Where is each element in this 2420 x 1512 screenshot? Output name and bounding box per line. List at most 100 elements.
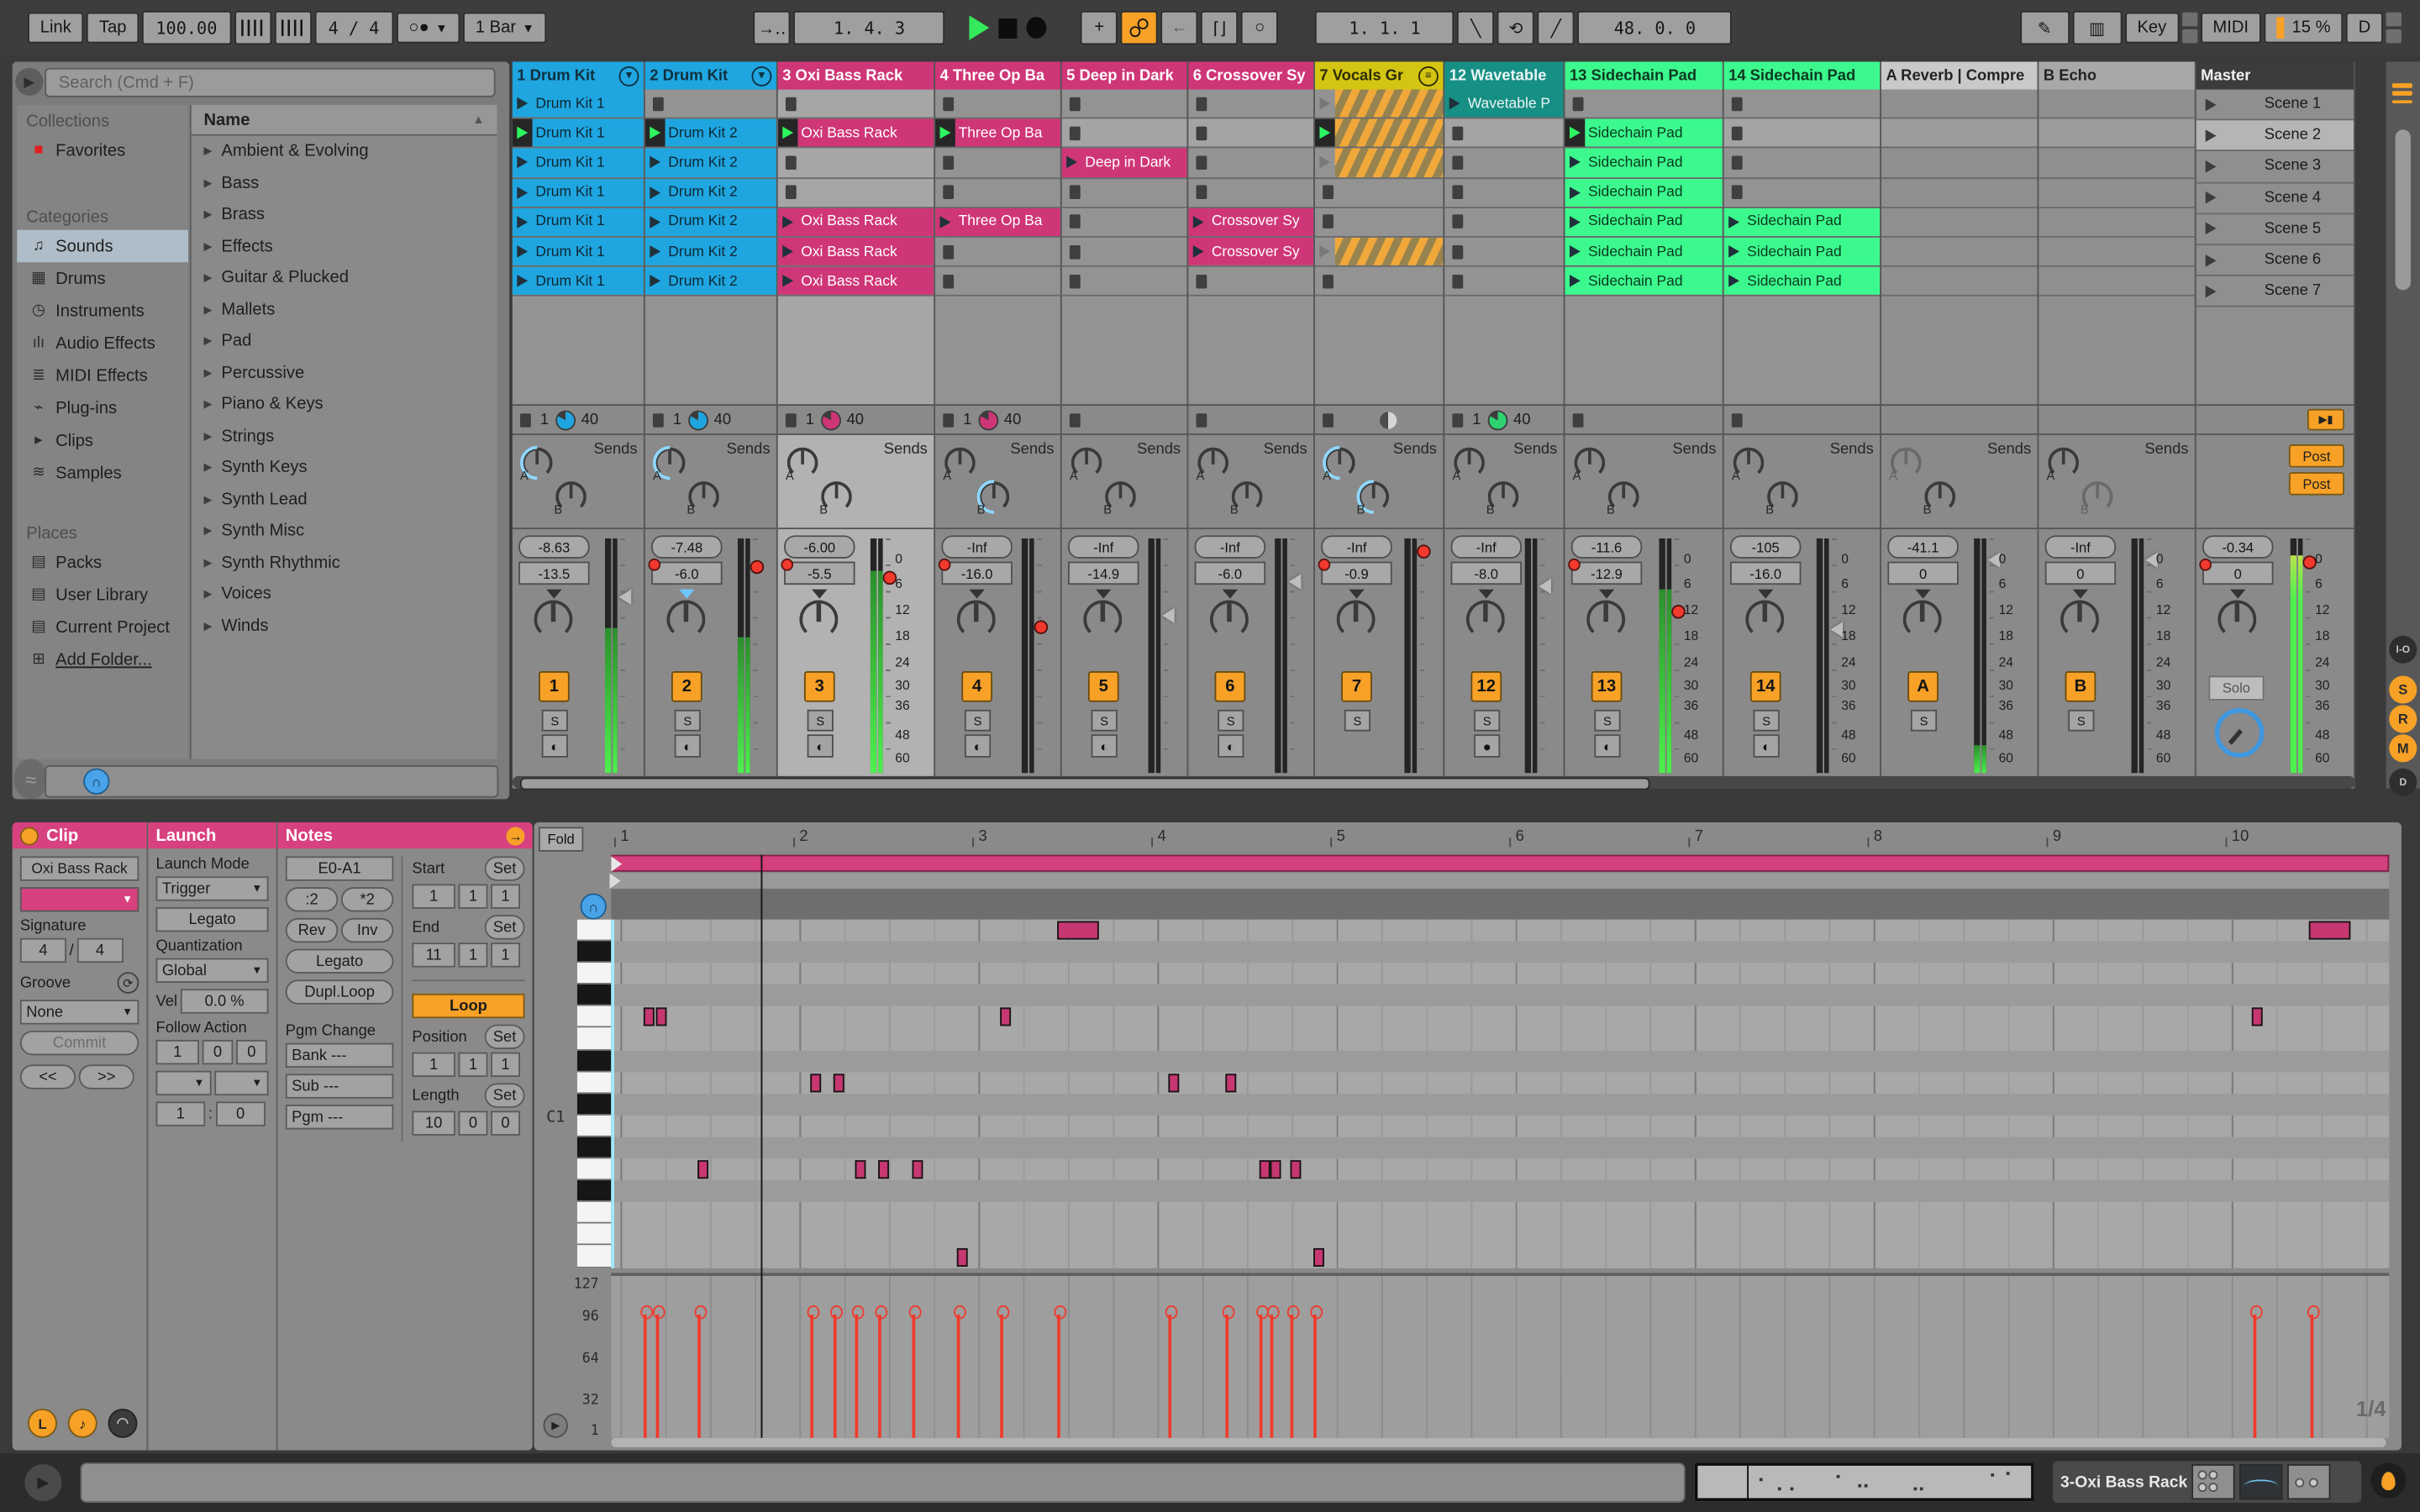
end-bar-field[interactable]: 11 [412,942,455,968]
legato-toggle[interactable]: Legato [155,906,269,932]
clip-slot[interactable] [1565,89,1723,119]
clip[interactable]: Sidechain Pad [1723,237,1881,267]
sidebar-item-plug-ins[interactable]: ⌁ Plug-ins [17,392,188,425]
piano-roll-hscroll[interactable] [611,1437,2386,1447]
end-set-button[interactable]: Set [484,915,525,940]
scene-play-icon[interactable] [2205,97,2217,111]
track-header[interactable]: 6 Crossover Sy [1188,61,1314,90]
clip-slot[interactable] [935,149,1060,179]
fader-handle[interactable] [1162,608,1175,624]
clip-slot[interactable] [1444,266,1564,297]
browser-tree-item[interactable]: ▶ Synth Lead [192,484,497,516]
clip-stop-icon[interactable] [943,274,955,288]
midi-note[interactable] [1168,1073,1180,1092]
clip-slot[interactable] [1444,237,1564,267]
clip[interactable]: Deep in Dark [1061,149,1187,179]
arm-button[interactable]: ● [1474,734,1501,758]
automation-arm-button[interactable] [1120,10,1159,45]
bank-select[interactable]: Bank --- [285,1042,394,1068]
arm-button[interactable]: ◐ [807,734,834,758]
clip[interactable]: Oxi Bass Rack [777,118,934,150]
arm-button[interactable]: ◐ [1091,734,1118,758]
clip-stop-icon[interactable] [1196,185,1207,200]
clip-slot[interactable] [1723,149,1881,179]
expand-triangle-icon[interactable]: ▶ [203,525,212,538]
clip-tab-notes-icon[interactable]: ♪ [67,1408,97,1438]
velocity-head-icon[interactable] [1053,1305,1066,1320]
circle-down-icon[interactable]: ▼ [618,66,639,86]
fa-action-a-select[interactable]: ▼ [155,1070,211,1096]
clip-launch-zone[interactable] [512,118,533,148]
nudge-down-button[interactable]: |||| [234,10,271,45]
clip-slot[interactable] [1061,118,1187,150]
expand-triangle-icon[interactable]: ▶ [203,588,212,601]
clip-stop-icon[interactable] [785,185,797,200]
black-key[interactable] [576,941,612,963]
clip-slot[interactable] [2039,178,2195,208]
stop-all-icon[interactable] [1731,412,1743,427]
track-activator-button[interactable]: 12 [1470,670,1502,702]
start-set-button[interactable]: Set [484,856,525,881]
arm-button[interactable]: ◐ [1594,734,1621,758]
clip-slot[interactable] [1723,89,1881,119]
expand-triangle-icon[interactable]: ▶ [203,240,212,253]
peak-level-display[interactable]: -41.1 [1887,535,1959,559]
back-to-arrangement-button[interactable]: ▶▮ [2307,408,2344,431]
clip-slot[interactable] [1061,237,1187,267]
velocity-lane[interactable] [611,1273,2390,1438]
clip-launch-zone[interactable] [1723,207,1744,236]
clip-launch-zone[interactable] [935,118,955,148]
track-header[interactable]: 1 Drum Kit ▼ [512,61,644,90]
peak-level-display[interactable]: -Inf [1068,535,1139,559]
expand-triangle-icon[interactable]: ▶ [203,208,212,221]
clip-stop-icon[interactable] [1572,96,1584,111]
velocity-head-icon[interactable] [908,1305,921,1320]
browser-tree-item[interactable]: ▶ Effects [192,231,497,263]
expand-triangle-icon[interactable]: ▶ [203,367,212,380]
loop-start-field[interactable]: 1. 1. 1 [1315,10,1455,45]
clip-launch-zone[interactable] [1565,266,1586,296]
volume-field[interactable]: -13.5 [518,561,590,585]
end-six-field[interactable]: 1 [491,942,520,968]
fader-handle[interactable] [1288,574,1302,590]
fader-handle[interactable] [1034,620,1049,634]
expand-triangle-icon[interactable]: ▶ [203,177,212,190]
clip[interactable]: Crossover Sy [1188,207,1314,238]
capture-midi-button[interactable]: ⌈⌋ [1201,10,1239,45]
crossfader-section-icon[interactable] [2391,83,2412,104]
sidebar-item-favorites[interactable]: ■ Favorites [17,134,188,167]
loop-start-marker-icon[interactable] [611,856,623,872]
pan-knob[interactable] [1465,600,1505,639]
clip-slot[interactable] [1881,149,2038,179]
clip-launch-zone[interactable] [644,118,666,148]
pan-knob[interactable] [1209,600,1249,639]
browser-tree-item[interactable]: ▶ Mallets [192,294,497,326]
velocity-head-icon[interactable] [1255,1305,1268,1320]
send-knob-b[interactable]: B [970,472,1018,522]
track-stop-row[interactable]: 1 40 [1444,404,1564,435]
pan-knob[interactable] [799,600,839,639]
track-stop-row[interactable]: 1 40 [935,404,1060,435]
clip[interactable]: Drum Kit 1 [512,237,644,267]
clip-launch-zone[interactable] [644,266,666,296]
solo-button[interactable]: S [1910,709,1938,732]
clip-launch-zone[interactable] [1565,207,1586,236]
expand-triangle-icon[interactable]: ▶ [203,398,212,411]
white-key[interactable] [576,1224,612,1246]
clip-slot[interactable] [1444,149,1564,179]
velocity-head-icon[interactable] [953,1305,965,1320]
clip[interactable]: Drum Kit 1 [512,89,644,119]
send-knob-a[interactable]: A [1315,438,1364,487]
tap-tempo-button[interactable]: Tap [87,12,139,44]
pan-knob[interactable] [1902,600,1942,639]
midi-note[interactable] [956,1247,968,1267]
track-header[interactable]: B Echo [2039,61,2195,90]
velocity-head-icon[interactable] [2249,1305,2262,1320]
fold-button[interactable]: Fold [539,827,584,852]
clip-slot[interactable] [2039,266,2195,297]
midi-note[interactable] [912,1160,923,1179]
clip-slot[interactable] [1061,207,1187,238]
clip[interactable]: Sidechain Pad [1565,178,1723,208]
clip-launch-zone[interactable] [512,237,533,266]
clip-stop-icon[interactable] [1323,185,1334,200]
